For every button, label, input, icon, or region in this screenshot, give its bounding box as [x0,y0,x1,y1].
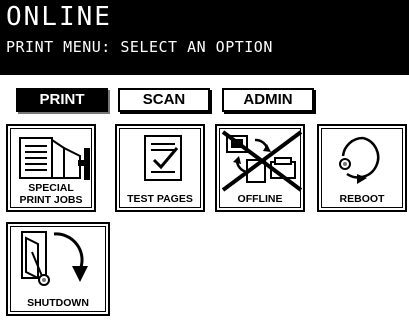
menu-prompt: PRINT MENU: SELECT AN OPTION [6,38,273,56]
shutdown-label: SHUTDOWN [27,297,89,309]
shutdown-icon [21,231,88,286]
status-header: ONLINE PRINT MENU: SELECT AN OPTION [0,0,409,75]
special-print-jobs-button[interactable]: SPECIAL PRINT JOBS [6,124,96,212]
reboot-button[interactable]: REBOOT [317,124,407,212]
reboot-icon [339,136,380,184]
offline-label: OFFLINE [237,193,283,205]
offline-button[interactable]: OFFLINE [215,124,305,212]
checklist-icon [144,135,182,181]
tab-admin[interactable]: ADMIN [222,88,314,112]
special-line2: PRINT JOBS [19,194,83,206]
shutdown-button[interactable]: SHUTDOWN [6,222,110,316]
reboot-label: REBOOT [339,193,385,205]
tab-print[interactable]: PRINT [16,88,108,112]
test-pages-button[interactable]: TEST PAGES [115,124,205,212]
document-stack-icon [19,137,90,180]
device-status: ONLINE [6,2,112,32]
test-pages-label: TEST PAGES [127,193,193,205]
special-line1: SPECIAL [28,182,74,194]
offline-icon [221,130,303,192]
tab-scan[interactable]: SCAN [118,88,210,112]
